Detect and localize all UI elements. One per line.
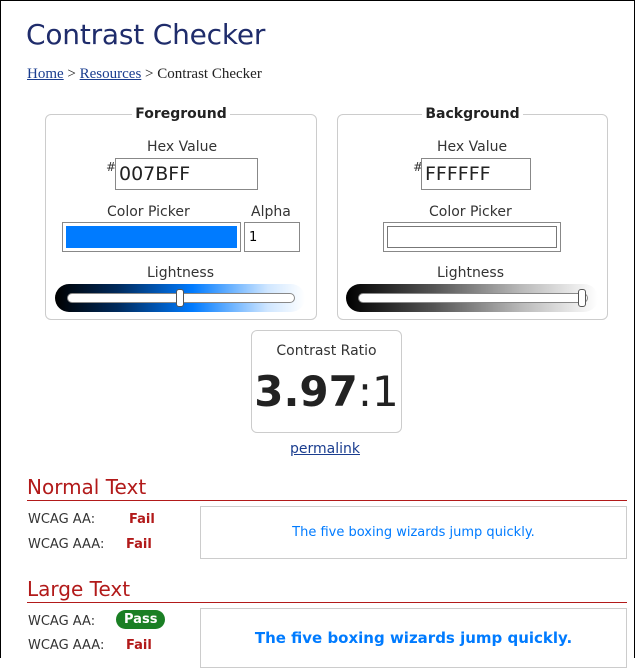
foreground-hex-label: Hex Value	[147, 139, 218, 155]
foreground-slider-thumb[interactable]	[176, 289, 184, 307]
background-lightness-label: Lightness	[437, 265, 505, 281]
foreground-lightness-slider[interactable]	[55, 284, 305, 312]
breadcrumb-separator: >	[141, 66, 158, 82]
foreground-color-picker[interactable]	[62, 222, 241, 252]
breadcrumb-current: Contrast Checker	[157, 66, 262, 82]
foreground-alpha-label: Alpha	[251, 204, 291, 220]
normal-aa-label: WCAG AA:	[28, 512, 96, 527]
background-slider-thumb[interactable]	[578, 289, 586, 307]
normal-aaa-result: Fail	[126, 537, 152, 552]
breadcrumb: Home > Resources > Contrast Checker	[27, 66, 262, 83]
page-frame	[0, 0, 635, 658]
background-legend: Background	[425, 106, 520, 122]
normal-text-divider	[27, 500, 627, 501]
breadcrumb-separator: >	[63, 66, 80, 82]
breadcrumb-home-link[interactable]: Home	[27, 66, 64, 82]
foreground-legend: Foreground	[135, 106, 227, 122]
contrast-ratio-number: 3.97	[254, 367, 358, 416]
large-text-heading: Large Text	[27, 577, 131, 601]
background-slider-rail	[358, 293, 588, 303]
large-aa-pass-badge: Pass	[116, 610, 166, 629]
normal-aaa-label: WCAG AAA:	[28, 537, 105, 552]
background-swatch	[387, 226, 557, 248]
normal-text-sample: The five boxing wizards jump quickly.	[200, 506, 627, 559]
page-title: Contrast Checker	[26, 18, 266, 51]
large-text-divider	[27, 602, 627, 603]
contrast-ratio-value: 3.97:1	[252, 367, 401, 416]
breadcrumb-resources-link[interactable]: Resources	[80, 66, 142, 82]
foreground-picker-label: Color Picker	[107, 204, 190, 220]
foreground-hex-input[interactable]	[115, 158, 258, 190]
contrast-ratio-box: Contrast Ratio 3.97:1	[251, 330, 402, 433]
background-lightness-slider[interactable]	[346, 284, 598, 312]
large-aaa-result: Fail	[126, 638, 152, 653]
contrast-ratio-label: Contrast Ratio	[276, 343, 377, 359]
foreground-swatch	[66, 226, 237, 248]
large-aa-label: WCAG AA:	[28, 614, 96, 629]
foreground-lightness-label: Lightness	[147, 265, 215, 281]
background-color-picker[interactable]	[383, 222, 561, 252]
background-hex-label: Hex Value	[437, 139, 508, 155]
foreground-alpha-input[interactable]	[244, 222, 300, 252]
normal-text-heading: Normal Text	[27, 475, 147, 499]
contrast-ratio-suffix: :1	[357, 367, 399, 416]
background-picker-label: Color Picker	[429, 204, 512, 220]
large-text-sample: The five boxing wizards jump quickly.	[200, 608, 627, 668]
permalink-link[interactable]: permalink	[290, 441, 360, 457]
background-hex-input[interactable]	[421, 158, 531, 190]
normal-aa-result: Fail	[129, 512, 155, 527]
large-aaa-label: WCAG AAA:	[28, 638, 105, 653]
